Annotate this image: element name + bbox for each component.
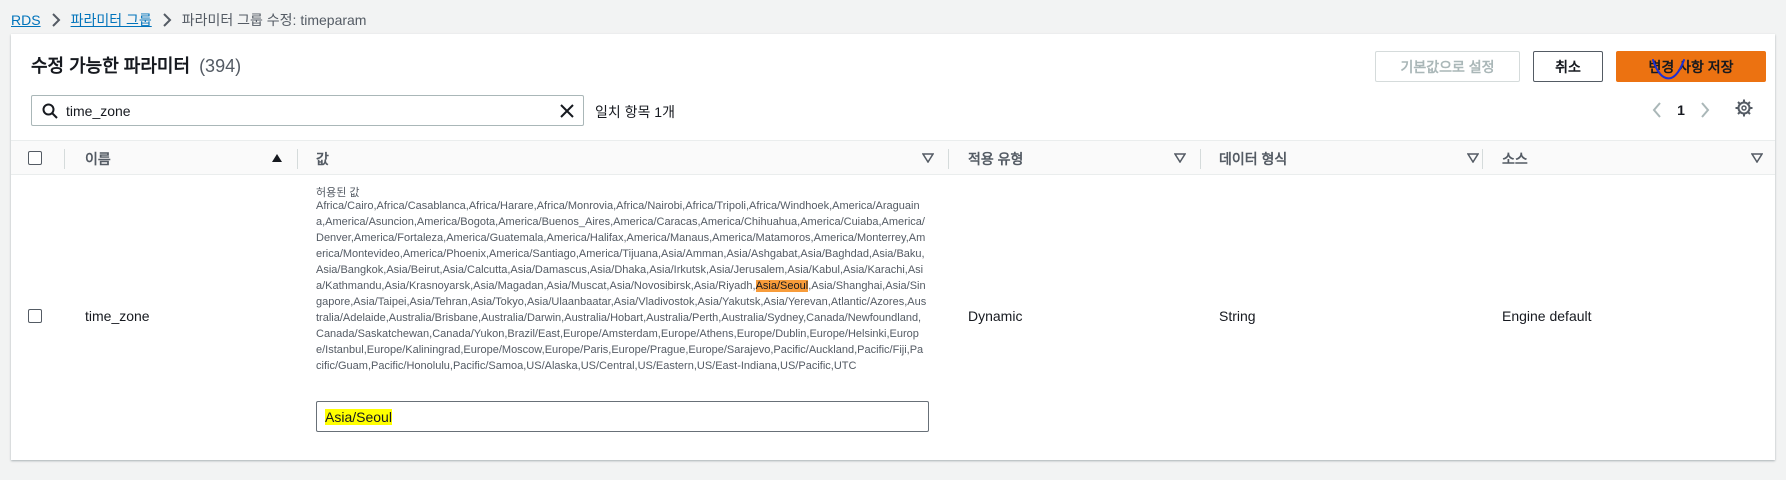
column-divider (297, 149, 298, 169)
chevron-right-icon (162, 13, 172, 27)
breadcrumb-current: 파라미터 그룹 수정: timeparam (181, 12, 367, 28)
breadcrumb-parameter-groups-link[interactable]: 파라미터 그룹 (71, 10, 152, 30)
allowed-values-highlight: Asia/Seoul (755, 280, 809, 292)
column-header-apply-type[interactable]: 적용 유형 (968, 141, 1198, 176)
previous-page-icon[interactable] (1645, 98, 1669, 122)
panel-title-text: 수정 가능한 파라미터 (31, 56, 191, 76)
source-value: Engine default (1502, 308, 1592, 324)
cancel-button[interactable]: 취소 (1533, 51, 1603, 82)
sort-icon (922, 153, 934, 163)
column-header-source-label: 소스 (1502, 150, 1528, 167)
column-divider (948, 149, 949, 169)
breadcrumb: RDS 파라미터 그룹 파라미터 그룹 수정: timeparam (11, 10, 366, 30)
column-divider (1200, 149, 1201, 169)
sort-ascending-icon (272, 154, 282, 162)
search-icon (42, 103, 58, 124)
column-divider (64, 149, 65, 169)
column-header-value-label: 값 (316, 150, 329, 167)
parameter-count: (394) (199, 56, 242, 76)
sort-icon (1467, 153, 1479, 163)
allowed-values-list: Africa/Cairo,Africa/Casablanca,Africa/Ha… (316, 198, 928, 374)
sort-icon (1174, 153, 1186, 163)
panel-title: 수정 가능한 파라미터 (394) (31, 52, 241, 78)
sort-icon (1751, 153, 1763, 163)
reset-to-default-button[interactable]: 기본값으로 설정 (1375, 51, 1520, 82)
search-input[interactable] (66, 101, 546, 121)
parameter-name: time_zone (85, 308, 150, 324)
select-all-checkbox[interactable] (28, 151, 42, 165)
parameter-value-input[interactable]: Asia/Seoul (316, 401, 929, 432)
column-header-source[interactable]: 소스 (1502, 141, 1775, 176)
parameter-value-text: Asia/Seoul (325, 409, 392, 425)
column-header-data-type-label: 데이터 형식 (1219, 150, 1288, 167)
match-count-text: 일치 항목 1개 (595, 104, 675, 120)
pen-annotation-mark (1652, 59, 1685, 80)
allowed-values-after: ,Asia/Shanghai,Asia/Singapore,Asia/Taipe… (316, 280, 927, 372)
table-row: time_zone 허용된 값 Africa/Cairo,Africa/Casa… (11, 176, 1775, 448)
data-type-value: String (1219, 308, 1256, 324)
save-changes-button[interactable]: 변경 사항 저장 (1616, 51, 1766, 82)
next-page-icon[interactable] (1693, 98, 1717, 122)
column-header-name[interactable]: 이름 (85, 141, 295, 176)
table-header: 이름 값 적용 유형 데이터 형식 소스 (11, 140, 1775, 175)
allowed-values-before: Africa/Cairo,Africa/Casablanca,Africa/Ha… (316, 200, 926, 292)
row-select-checkbox[interactable] (28, 309, 42, 323)
column-header-apply-type-label: 적용 유형 (968, 150, 1024, 167)
search-field[interactable] (31, 95, 584, 126)
clear-icon[interactable] (559, 103, 575, 124)
apply-type-value: Dynamic (968, 308, 1023, 324)
chevron-right-icon (51, 13, 61, 27)
column-header-value[interactable]: 값 (316, 141, 946, 176)
page-number[interactable]: 1 (1669, 102, 1693, 118)
column-header-data-type[interactable]: 데이터 형식 (1219, 141, 1491, 176)
gear-icon[interactable] (1735, 99, 1753, 122)
editable-parameters-panel: 수정 가능한 파라미터 (394) 기본값으로 설정 취소 변경 사항 저장 일… (11, 34, 1775, 460)
pagination: 1 (1645, 97, 1717, 123)
column-divider (1482, 149, 1483, 169)
column-header-name-label: 이름 (85, 150, 111, 167)
breadcrumb-rds-link[interactable]: RDS (11, 12, 41, 28)
